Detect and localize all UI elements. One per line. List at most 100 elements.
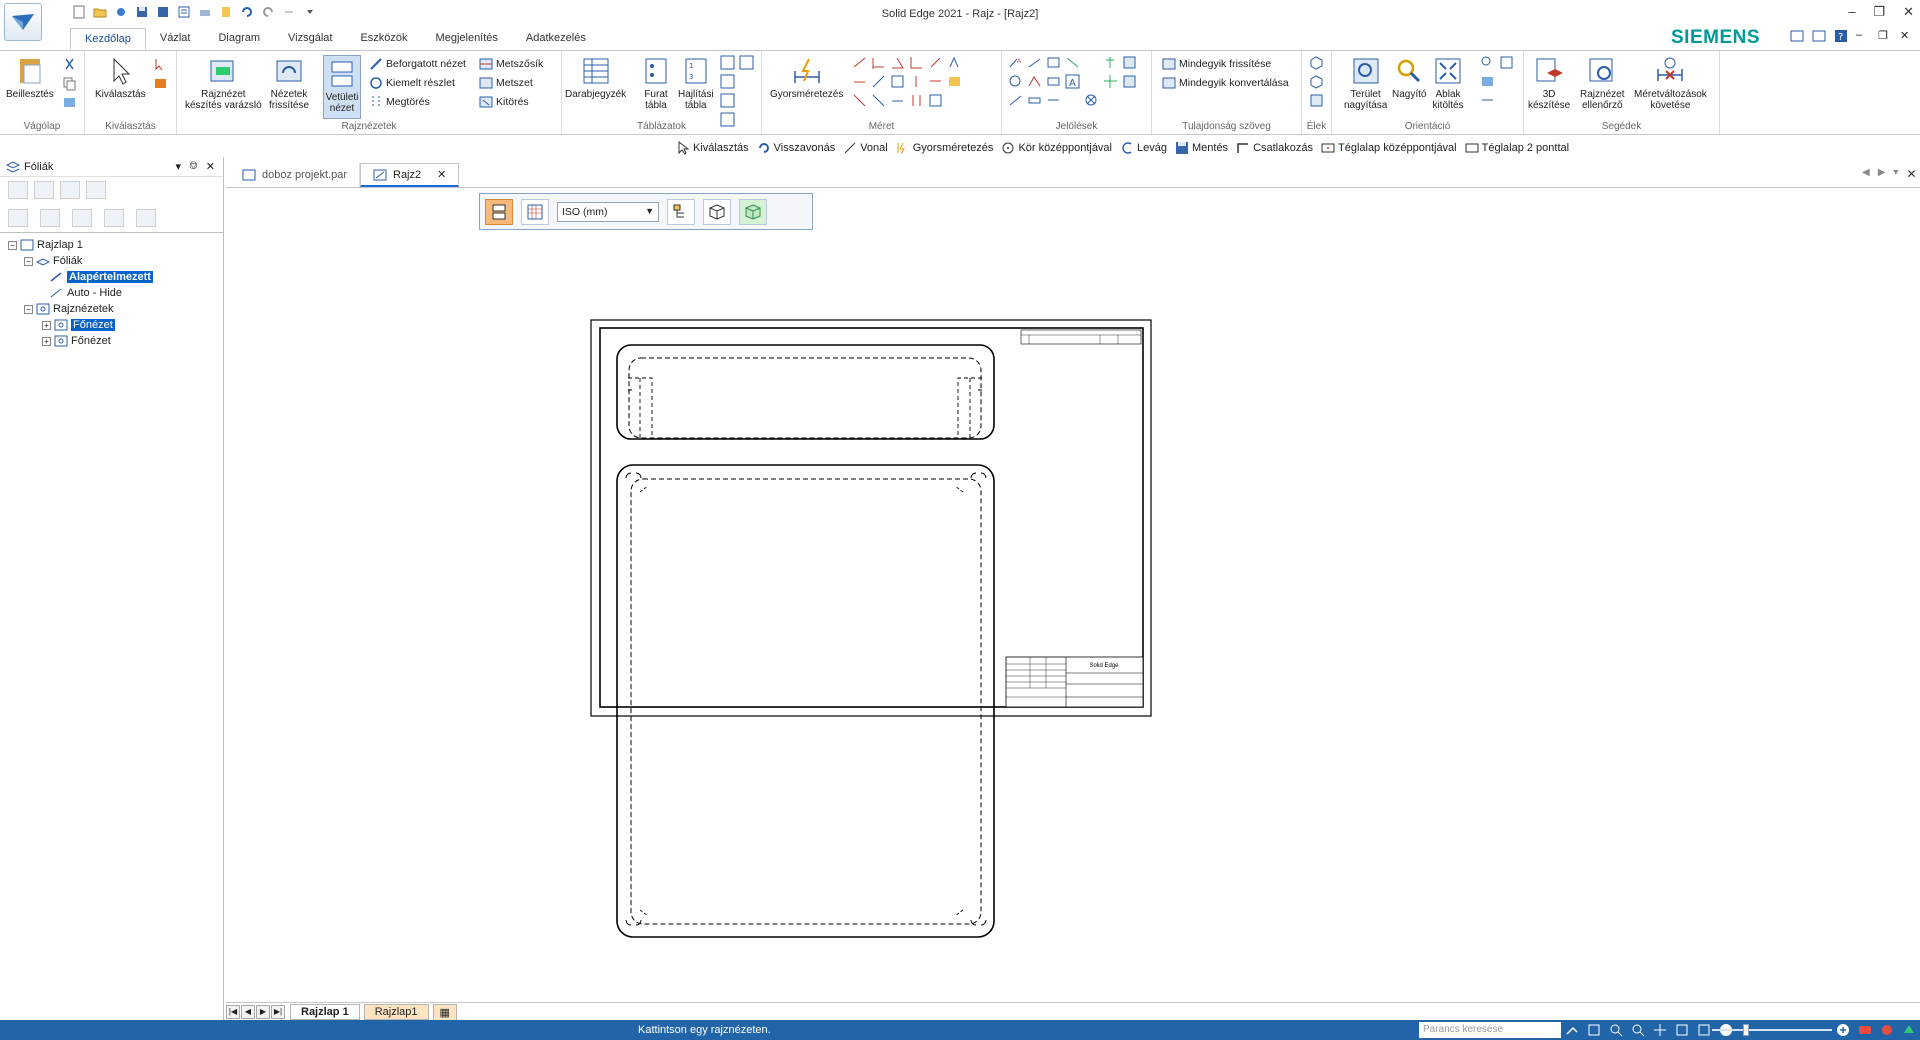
tab-megjelenites[interactable]: Megjelenítés [422, 28, 512, 50]
pane-tab-properties-icon[interactable] [8, 181, 28, 199]
doc-minimize-icon[interactable]: – [1856, 29, 1870, 43]
format-painter-icon[interactable] [62, 95, 77, 110]
layout-icon[interactable] [1790, 29, 1804, 43]
cmd-line[interactable]: Vonal [843, 141, 888, 155]
edge-paint-icon[interactable] [1309, 93, 1324, 108]
dim-tool-c-icon[interactable] [890, 93, 905, 108]
zoom-in-status-icon[interactable] [1836, 1023, 1850, 1040]
doc-tab-part[interactable]: doboz projekt.par [230, 163, 360, 187]
dim-tool-d-icon[interactable] [909, 93, 924, 108]
tab-eszkozok[interactable]: Eszközök [346, 28, 421, 50]
table-icon-a[interactable] [720, 55, 735, 70]
cmd-circle-center[interactable]: Kör középpontjával [1001, 141, 1112, 155]
show-edges-icon[interactable] [1309, 55, 1324, 70]
section-plane-button[interactable]: Metszősík [479, 57, 543, 71]
track-changes-button[interactable]: Méretváltozások követése [1634, 55, 1707, 111]
dim-tool-a-icon[interactable] [852, 93, 867, 108]
view-orientation-button[interactable] [703, 198, 731, 225]
tree-node-main-view-2[interactable]: + Főnézet [4, 333, 219, 349]
collapse-toggle[interactable]: − [8, 240, 17, 250]
tree-node-layers[interactable]: − Fóliák [4, 253, 219, 269]
pane-tab-help-icon[interactable] [86, 181, 106, 199]
hide-edges-icon[interactable] [1309, 74, 1324, 89]
fit-status-icon[interactable] [1587, 1023, 1601, 1037]
pane-tab-layers-icon[interactable] [60, 181, 80, 199]
zoom-area-button[interactable]: Terület nagyítása [1344, 55, 1387, 111]
cut-icon[interactable] [62, 57, 77, 72]
broken-view-button[interactable]: Megtörés [369, 95, 430, 109]
tab-kezdolap[interactable]: Kezdőlap [70, 28, 146, 50]
share-icon[interactable] [1565, 1023, 1579, 1037]
standard-select[interactable]: ISO (mm) ▼ [557, 201, 659, 222]
zoom-in-icon[interactable] [1480, 55, 1495, 70]
command-search-input[interactable]: Parancs keresése [1419, 1022, 1561, 1038]
tab-adatkezeles[interactable]: Adatkezelés [512, 28, 600, 50]
select-filter-icon[interactable] [153, 76, 168, 91]
hole-table-button[interactable]: Furat tábla [640, 55, 672, 111]
detail-view-button[interactable]: Kiemelt részlet [369, 76, 455, 90]
zoom-status-icon[interactable] [1609, 1023, 1623, 1037]
paste-button[interactable]: Beillesztés [6, 55, 54, 100]
dim-tool-e-icon[interactable] [928, 93, 943, 108]
doc-close-all-icon[interactable]: ✕ [1906, 167, 1916, 181]
doc-tab-close-icon[interactable]: ✕ [437, 168, 446, 181]
text-box-icon[interactable] [1046, 55, 1061, 70]
datum-frame-icon[interactable] [1046, 74, 1061, 89]
cmd-undo[interactable]: Visszavonás [757, 141, 835, 155]
move-layer-icon[interactable] [104, 209, 124, 227]
layout-options-button[interactable] [521, 198, 549, 225]
tab-vizsgalat[interactable]: Vizsgálat [274, 28, 346, 50]
dim-style-icon[interactable] [947, 55, 962, 70]
rotated-view-button[interactable]: Beforgatott nézet [369, 57, 466, 71]
pan-status-icon[interactable] [1653, 1023, 1667, 1037]
view-wizard-button[interactable]: Rajznézet készítés varázsló [185, 55, 262, 111]
named-view-icon[interactable] [1480, 93, 1495, 108]
convert-all-button[interactable]: Mindegyik konvertálása [1162, 76, 1289, 90]
projected-view-button[interactable]: Vetületi nézet [323, 55, 361, 119]
help-icon[interactable]: ? [1834, 29, 1848, 43]
angle-between-icon[interactable] [890, 55, 905, 70]
pan-icon[interactable] [1499, 55, 1514, 70]
collapse-toggle[interactable]: − [24, 304, 33, 314]
doc-restore-icon[interactable]: ❐ [1878, 29, 1892, 43]
restore-icon[interactable]: ❐ [1873, 4, 1885, 20]
weld-symbol-icon[interactable] [1103, 55, 1118, 70]
cmd-rect-two-points[interactable]: Téglalap 2 ponttal [1465, 141, 1569, 155]
surface-texture-icon[interactable] [1027, 74, 1042, 89]
balloon-icon[interactable] [1008, 74, 1023, 89]
dim-prefix-icon[interactable] [947, 74, 962, 89]
parts-list-button[interactable]: Darabjegyzék [565, 55, 626, 100]
center-line-icon[interactable] [1084, 93, 1099, 108]
dim-group-icon[interactable] [928, 74, 943, 89]
view-mode-button[interactable] [485, 198, 513, 225]
zoom-button[interactable]: Nagyító [1392, 55, 1426, 100]
new-layer-icon[interactable] [8, 209, 28, 227]
create-3d-button[interactable]: 3D készítése [1528, 55, 1570, 111]
section-view-button[interactable]: Metszet [479, 76, 533, 90]
shaded-view-button[interactable] [739, 198, 767, 225]
center-mark-icon[interactable] [1103, 74, 1118, 89]
sheet-tab-background[interactable]: Rajzlap1 [363, 1004, 429, 1020]
record-icon[interactable] [1880, 1023, 1894, 1040]
select-tool-icon[interactable] [153, 57, 168, 72]
view-checker-button[interactable]: Rajznézet ellenőrző [1580, 55, 1624, 111]
tree-node-default-layer[interactable]: Alapértelmezett [4, 269, 219, 285]
tree-node-views[interactable]: − Rajznézetek [4, 301, 219, 317]
pin-icon[interactable]: ⎊ [189, 160, 198, 173]
text-icon[interactable]: A [1065, 74, 1080, 89]
callout-icon[interactable]: A [1008, 55, 1023, 70]
view-status-icon[interactable] [1675, 1023, 1689, 1037]
copy-icon[interactable] [62, 76, 77, 91]
new-sheet-tab[interactable]: ▦ [432, 1003, 457, 1021]
tab-vazlat[interactable]: Vázlat [146, 28, 205, 50]
pane-close-icon[interactable]: ✕ [206, 160, 215, 173]
coordinate-dim-icon[interactable] [909, 55, 924, 70]
dim-tool-b-icon[interactable] [871, 93, 886, 108]
sheet-tab-1[interactable]: Rajzlap 1 [290, 1004, 360, 1020]
doc-close-icon[interactable]: ✕ [1900, 29, 1914, 43]
tree-node-auto-hide[interactable]: Auto - Hide [4, 285, 219, 301]
pane-menu-icon[interactable]: ▾ [175, 160, 181, 173]
delete-layer-icon[interactable] [136, 209, 156, 227]
bolt-hole-circle-icon[interactable] [1122, 74, 1137, 89]
smart-dimension-icon[interactable] [852, 55, 867, 70]
